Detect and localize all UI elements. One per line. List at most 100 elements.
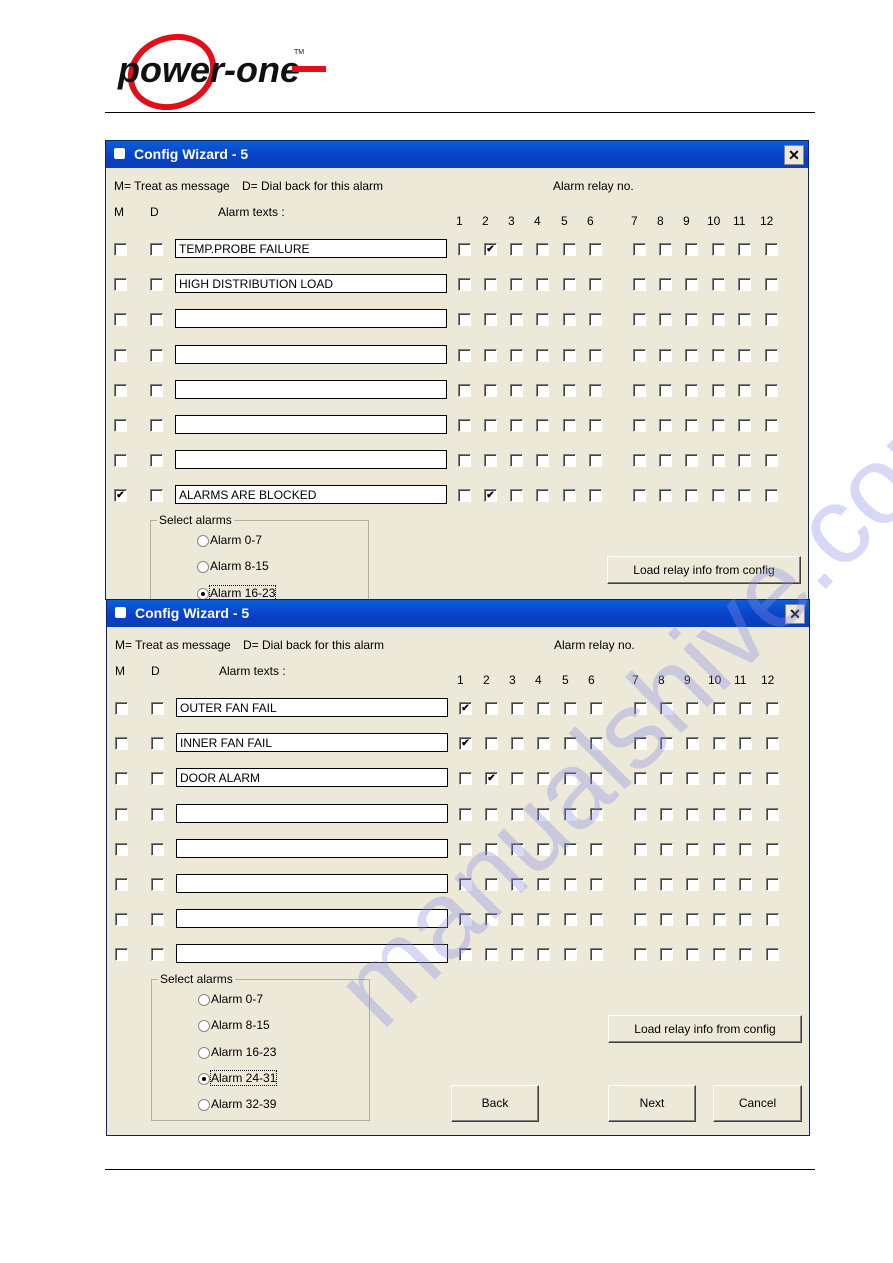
relay-checkbox-10[interactable] <box>712 489 725 503</box>
dial-back-checkbox[interactable] <box>150 348 163 362</box>
relay-checkbox-6[interactable] <box>590 772 603 786</box>
dial-back-checkbox[interactable] <box>150 243 163 256</box>
relay-checkbox-1[interactable]: ✔ <box>459 702 472 715</box>
close-button[interactable]: ✕ <box>785 604 805 624</box>
relay-checkbox-10[interactable] <box>713 948 726 962</box>
message-checkbox[interactable] <box>115 702 128 715</box>
alarm-text-input[interactable]: ALARMS ARE BLOCKED <box>175 485 447 505</box>
relay-checkbox-11[interactable] <box>739 772 752 786</box>
relay-checkbox-10[interactable] <box>713 702 726 715</box>
relay-checkbox-8[interactable] <box>659 243 672 256</box>
alarm-range-label[interactable]: Alarm 16-23 <box>211 1045 276 1059</box>
relay-checkbox-1[interactable] <box>458 243 471 256</box>
relay-checkbox-8[interactable] <box>660 842 673 856</box>
relay-checkbox-1[interactable] <box>459 913 472 927</box>
relay-checkbox-12[interactable] <box>765 419 778 432</box>
relay-checkbox-11[interactable] <box>739 807 752 821</box>
alarm-range-label[interactable]: Alarm 16-23 <box>208 584 277 599</box>
relay-checkbox-2[interactable] <box>484 348 497 362</box>
relay-checkbox-10[interactable] <box>712 243 725 256</box>
message-checkbox[interactable] <box>115 737 128 751</box>
alarm-text-input[interactable] <box>175 309 447 329</box>
relay-checkbox-3[interactable] <box>510 348 523 362</box>
close-button[interactable]: ✕ <box>784 145 804 165</box>
dial-back-checkbox[interactable] <box>150 278 163 292</box>
relay-checkbox-9[interactable] <box>686 737 699 751</box>
relay-checkbox-7[interactable] <box>634 878 647 891</box>
relay-checkbox-7[interactable] <box>634 913 647 927</box>
relay-checkbox-10[interactable] <box>712 383 725 397</box>
relay-checkbox-6[interactable] <box>589 419 602 432</box>
dial-back-checkbox[interactable] <box>151 842 164 856</box>
relay-checkbox-5[interactable] <box>564 878 577 891</box>
relay-checkbox-10[interactable] <box>713 772 726 786</box>
relay-checkbox-4[interactable] <box>537 737 550 751</box>
relay-checkbox-4[interactable] <box>537 878 550 891</box>
relay-checkbox-2[interactable]: ✔ <box>484 489 497 503</box>
relay-checkbox-6[interactable] <box>589 313 602 327</box>
relay-checkbox-4[interactable] <box>536 243 549 256</box>
relay-checkbox-1[interactable] <box>459 807 472 821</box>
alarm-range-radio[interactable] <box>198 994 210 1006</box>
relay-checkbox-2[interactable] <box>485 807 498 821</box>
relay-checkbox-4[interactable] <box>537 772 550 786</box>
dial-back-checkbox[interactable] <box>150 383 163 397</box>
relay-checkbox-9[interactable] <box>685 243 698 256</box>
relay-checkbox-6[interactable] <box>589 383 602 397</box>
relay-checkbox-4[interactable] <box>537 948 550 962</box>
alarm-text-input[interactable] <box>176 803 448 823</box>
relay-checkbox-12[interactable] <box>766 913 779 927</box>
alarm-range-label[interactable]: Alarm 0-7 <box>211 992 263 1006</box>
relay-checkbox-4[interactable] <box>536 454 549 468</box>
relay-checkbox-4[interactable] <box>537 807 550 821</box>
relay-checkbox-4[interactable] <box>536 313 549 327</box>
relay-checkbox-8[interactable] <box>660 913 673 927</box>
relay-checkbox-5[interactable] <box>564 948 577 962</box>
alarm-range-radio[interactable] <box>198 1020 210 1033</box>
relay-checkbox-12[interactable] <box>766 842 779 856</box>
relay-checkbox-7[interactable] <box>634 807 647 821</box>
relay-checkbox-4[interactable] <box>536 348 549 362</box>
relay-checkbox-11[interactable] <box>738 348 751 362</box>
relay-checkbox-4[interactable] <box>537 842 550 856</box>
relay-checkbox-8[interactable] <box>659 454 672 468</box>
relay-checkbox-8[interactable] <box>660 807 673 821</box>
relay-checkbox-9[interactable] <box>686 948 699 962</box>
dial-back-checkbox[interactable] <box>151 807 164 821</box>
relay-checkbox-11[interactable] <box>738 278 751 292</box>
relay-checkbox-9[interactable] <box>686 878 699 891</box>
relay-checkbox-8[interactable] <box>660 948 673 962</box>
message-checkbox[interactable] <box>115 842 128 856</box>
relay-checkbox-12[interactable] <box>766 807 779 821</box>
relay-checkbox-6[interactable] <box>589 454 602 468</box>
message-checkbox[interactable] <box>114 313 127 327</box>
relay-checkbox-12[interactable] <box>765 348 778 362</box>
relay-checkbox-6[interactable] <box>590 807 603 821</box>
relay-checkbox-2[interactable] <box>485 702 498 715</box>
relay-checkbox-11[interactable] <box>738 454 751 468</box>
relay-checkbox-3[interactable] <box>511 737 524 751</box>
back-button[interactable]: Back <box>451 1085 539 1122</box>
relay-checkbox-6[interactable] <box>590 702 603 715</box>
relay-checkbox-11[interactable] <box>739 878 752 891</box>
cancel-button[interactable]: Cancel <box>713 1085 802 1122</box>
relay-checkbox-10[interactable] <box>712 454 725 468</box>
relay-checkbox-2[interactable] <box>484 454 497 468</box>
message-checkbox[interactable] <box>114 419 127 432</box>
relay-checkbox-8[interactable] <box>659 419 672 432</box>
relay-checkbox-9[interactable] <box>685 348 698 362</box>
relay-checkbox-8[interactable] <box>660 737 673 751</box>
relay-checkbox-12[interactable] <box>766 772 779 786</box>
relay-checkbox-1[interactable] <box>458 489 471 503</box>
relay-checkbox-6[interactable] <box>590 842 603 856</box>
alarm-range-radio[interactable] <box>198 1046 210 1059</box>
relay-checkbox-12[interactable] <box>765 278 778 292</box>
relay-checkbox-2[interactable] <box>484 383 497 397</box>
relay-checkbox-4[interactable] <box>536 383 549 397</box>
message-checkbox[interactable] <box>114 383 127 397</box>
relay-checkbox-9[interactable] <box>686 807 699 821</box>
relay-checkbox-10[interactable] <box>713 878 726 891</box>
relay-checkbox-5[interactable] <box>563 383 576 397</box>
relay-checkbox-9[interactable] <box>685 454 698 468</box>
relay-checkbox-1[interactable] <box>459 842 472 856</box>
